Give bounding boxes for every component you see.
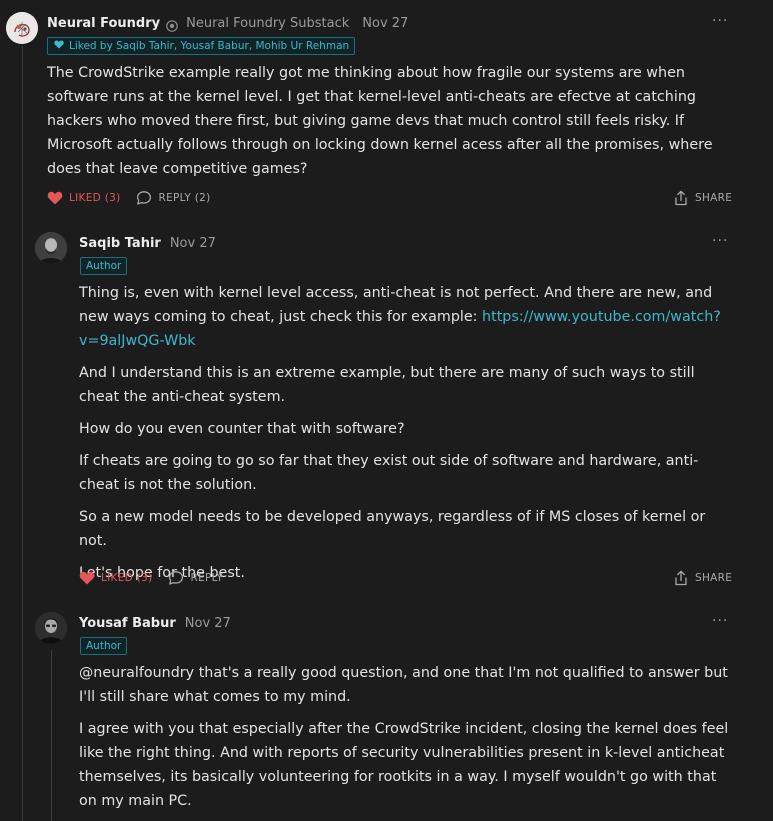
like-label: LIKED (3) [101,572,153,584]
share-icon [675,190,687,206]
comment-header: Saqib Tahir Nov 27 [79,234,216,252]
author-badge-label: Author [86,260,122,272]
share-button[interactable]: SHARE [674,569,732,587]
share-icon [675,570,687,586]
reply-label: REPLY (2) [158,192,211,204]
author-name[interactable]: Yousaf Babur [79,616,176,631]
publication-name[interactable]: Neural Foundry Substack [186,16,349,31]
avatar[interactable] [35,612,67,644]
heart-icon [54,40,64,52]
comment-date[interactable]: Nov 27 [185,616,231,631]
comment-paragraph: So a new model needs to be developed any… [79,509,706,549]
reply-button[interactable]: REPLY (2) [136,190,210,206]
comment-body: @neuralfoundry that's a really good ques… [79,661,731,821]
like-label: LIKED (3) [69,192,121,204]
comment-paragraph: @neuralfoundry that's a really good ques… [79,665,728,705]
author-badge: Author [80,257,128,275]
like-button[interactable]: LIKED (3) [79,571,152,585]
share-label: SHARE [695,572,733,584]
avatar[interactable] [6,12,38,44]
comment-header: Neural Foundry Neural Foundry Substack N… [47,14,408,32]
comment-actions: LIKED (3) REPLY (2) [47,189,227,207]
author-name[interactable]: Saqib Tahir [79,236,161,251]
more-horizontal-icon[interactable]: ··· [712,13,728,29]
comment-paragraph: If cheats are going to go so far that th… [79,453,699,493]
heart-icon [79,571,95,585]
heart-icon [47,191,63,205]
liked-by-text: Liked by Saqib Tahir, Yousaf Babur, Mohi… [69,40,350,52]
share-label: SHARE [695,192,733,204]
comment-actions: LIKED (3) REPLY [79,569,239,587]
speech-bubble-icon [169,571,184,585]
thread-line [22,46,23,821]
liked-by-badge[interactable]: Liked by Saqib Tahir, Yousaf Babur, Mohi… [47,37,356,55]
comment-body: The CrowdStrike example really got me th… [47,61,727,189]
more-horizontal-icon[interactable]: ··· [712,233,728,249]
more-horizontal-icon[interactable]: ··· [712,613,728,629]
comment-paragraph: How do you even counter that with softwa… [79,421,405,437]
speech-bubble-icon [137,191,152,205]
comment-paragraph: And I understand this is an extreme exam… [79,365,695,405]
author-badge: Author [80,637,128,655]
like-button[interactable]: LIKED (3) [47,191,120,205]
comment-paragraph: I agree with you that especially after t… [79,721,729,809]
comment-date[interactable]: Nov 27 [170,236,216,251]
comment-date[interactable]: Nov 27 [362,16,408,31]
thread-line [51,650,52,821]
reply-label: REPLY [190,572,224,584]
share-button[interactable]: SHARE [674,189,732,207]
author-badge-label: Author [86,640,122,652]
reply-button[interactable]: REPLY [168,570,223,586]
comment-body: Thing is, even with kernel level access,… [79,281,731,593]
verified-check-icon [166,17,178,32]
comment-paragraph: Thing is, even with kernel level access,… [79,281,731,353]
author-name[interactable]: Neural Foundry [47,16,160,31]
comment-header: Yousaf Babur Nov 27 [79,614,231,632]
comment-paragraph: The CrowdStrike example really got me th… [47,65,713,177]
avatar[interactable] [35,232,67,264]
